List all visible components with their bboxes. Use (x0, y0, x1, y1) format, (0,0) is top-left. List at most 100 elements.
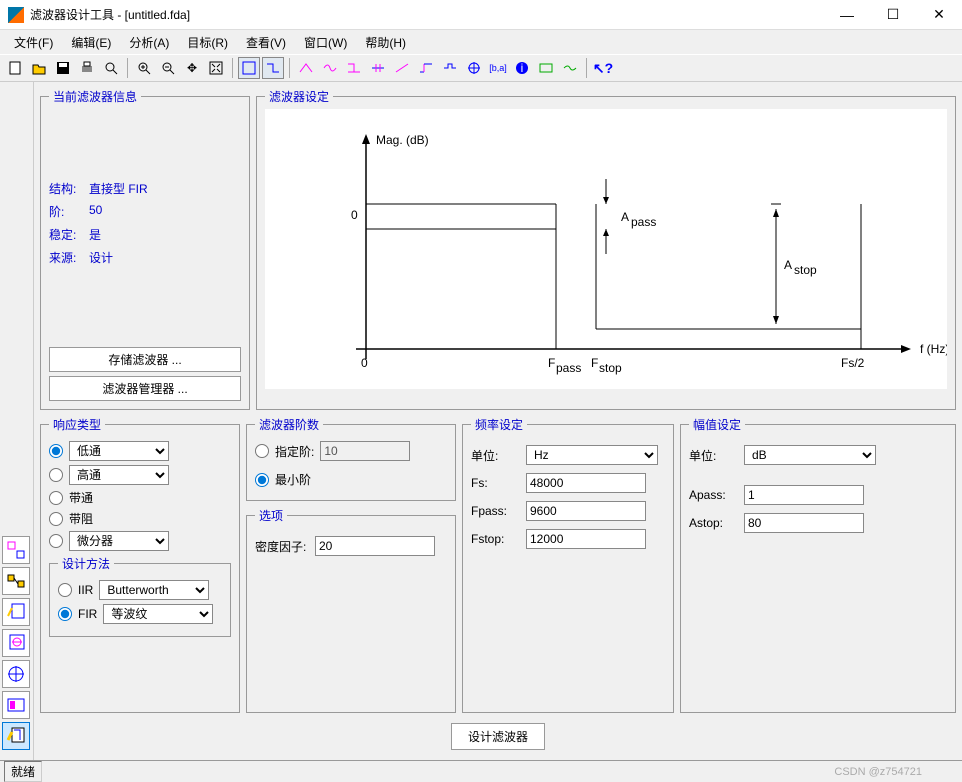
stable-label: 稳定: (49, 226, 89, 243)
fstop-label: Fstop: (471, 532, 526, 546)
svg-text:F: F (548, 356, 555, 370)
analysis6-icon[interactable] (415, 57, 437, 79)
design-method-panel: 设计方法 IIRButterworth FIR等波纹 (49, 555, 231, 637)
zoomout-icon[interactable] (157, 57, 179, 79)
radio-bandpass[interactable] (49, 491, 63, 505)
radio-highpass[interactable] (49, 468, 63, 482)
radio-specify-order[interactable] (255, 444, 269, 458)
zoomin-icon[interactable] (133, 57, 155, 79)
lt-btn6-icon[interactable] (2, 691, 30, 719)
highpass-select[interactable]: 高通 (69, 465, 169, 485)
order-value: 50 (89, 203, 102, 220)
menu-edit[interactable]: 编辑(E) (63, 32, 119, 53)
polezero-icon[interactable] (463, 57, 485, 79)
radio-bandstop[interactable] (49, 512, 63, 526)
open-icon[interactable] (28, 57, 50, 79)
fpass-input[interactable] (526, 501, 646, 521)
print-icon[interactable] (76, 57, 98, 79)
radio-iir[interactable] (58, 583, 72, 597)
filter-info-panel: 当前滤波器信息 结构:直接型 FIR 阶:50 稳定:是 来源:设计 存储滤波器… (40, 88, 250, 410)
density-label: 密度因子: (255, 538, 315, 555)
struct-value: 直接型 FIR (89, 180, 148, 197)
radio-min-order[interactable] (255, 473, 269, 487)
lt-btn2-icon[interactable] (2, 567, 30, 595)
radio-lowpass[interactable] (49, 444, 63, 458)
svg-text:i: i (521, 61, 524, 75)
fir-select[interactable]: 等波纹 (103, 604, 213, 624)
radio-fir[interactable] (58, 607, 72, 621)
bandpass-label: 带通 (69, 489, 93, 506)
design-method-title: 设计方法 (58, 555, 114, 572)
toolbar: ✥ [b,a] i ↖? (0, 54, 962, 82)
astop-label: Astop: (689, 516, 744, 530)
svg-text:A: A (621, 210, 629, 224)
apass-input[interactable] (744, 485, 864, 505)
save-icon[interactable] (52, 57, 74, 79)
minimize-button[interactable]: — (824, 0, 870, 30)
menu-analyze[interactable]: 分析(A) (121, 32, 177, 53)
close-button[interactable]: ✕ (916, 0, 962, 30)
maximize-button[interactable]: ☐ (870, 0, 916, 30)
spec-icon[interactable] (238, 57, 260, 79)
lt-btn3-icon[interactable] (2, 598, 30, 626)
analysis9-icon[interactable] (559, 57, 581, 79)
info-icon[interactable]: i (511, 57, 533, 79)
astop-input[interactable] (744, 513, 864, 533)
analysis8-icon[interactable] (535, 57, 557, 79)
filter-manager-button[interactable]: 滤波器管理器 ... (49, 376, 241, 401)
filter-order-title: 滤波器阶数 (255, 416, 323, 433)
lt-btn1-icon[interactable] (2, 536, 30, 564)
preview-icon[interactable] (100, 57, 122, 79)
source-value: 设计 (89, 249, 113, 266)
source-label: 来源: (49, 249, 89, 266)
mag-unit-select[interactable]: dB (744, 445, 876, 465)
menu-help[interactable]: 帮助(H) (357, 32, 414, 53)
mag-icon[interactable] (262, 57, 284, 79)
analysis2-icon[interactable] (319, 57, 341, 79)
fstop-input[interactable] (526, 529, 646, 549)
pan-icon[interactable]: ✥ (181, 57, 203, 79)
svg-text:stop: stop (794, 263, 817, 277)
statusbar: 就绪 CSDN @z754721 (0, 760, 962, 782)
lt-btn5-icon[interactable] (2, 660, 30, 688)
analysis4-icon[interactable] (367, 57, 389, 79)
density-input[interactable] (315, 536, 435, 556)
fs-input[interactable] (526, 473, 646, 493)
design-filter-button[interactable]: 设计滤波器 (451, 723, 545, 750)
specify-order-label: 指定阶: (275, 443, 314, 460)
spec-diagram: Mag. (dB) f (Hz) 0 0 (265, 109, 947, 389)
analysis1-icon[interactable] (295, 57, 317, 79)
svg-text:f (Hz): f (Hz) (920, 342, 947, 356)
window-title: 滤波器设计工具 - [untitled.fda] (30, 6, 824, 23)
svg-text:A: A (784, 258, 792, 272)
lt-btn7-icon[interactable] (2, 722, 30, 750)
analysis5-icon[interactable] (391, 57, 413, 79)
svg-text:F: F (591, 356, 598, 370)
analysis3-icon[interactable] (343, 57, 365, 79)
bandstop-label: 带阻 (69, 510, 93, 527)
struct-label: 结构: (49, 180, 89, 197)
fir-label: FIR (78, 607, 97, 621)
help-icon[interactable]: ↖? (592, 57, 614, 79)
coef-icon[interactable]: [b,a] (487, 57, 509, 79)
store-filter-button[interactable]: 存储滤波器 ... (49, 347, 241, 372)
menu-window[interactable]: 窗口(W) (296, 32, 355, 53)
menu-file[interactable]: 文件(F) (6, 32, 61, 53)
menu-target[interactable]: 目标(R) (179, 32, 236, 53)
order-label: 阶: (49, 203, 89, 220)
new-icon[interactable] (4, 57, 26, 79)
lowpass-select[interactable]: 低通 (69, 441, 169, 461)
lt-btn4-icon[interactable] (2, 629, 30, 657)
iir-select[interactable]: Butterworth (99, 580, 209, 600)
freq-unit-select[interactable]: Hz (526, 445, 658, 465)
analysis7-icon[interactable] (439, 57, 461, 79)
fpass-label: Fpass: (471, 504, 526, 518)
options-title: 选项 (255, 507, 287, 524)
fit-icon[interactable] (205, 57, 227, 79)
svg-text:stop: stop (599, 361, 622, 375)
specify-order-input (320, 441, 410, 461)
radio-diff[interactable] (49, 534, 63, 548)
menu-view[interactable]: 查看(V) (238, 32, 294, 53)
diff-select[interactable]: 微分器 (69, 531, 169, 551)
mag-title: 幅值设定 (689, 416, 745, 433)
